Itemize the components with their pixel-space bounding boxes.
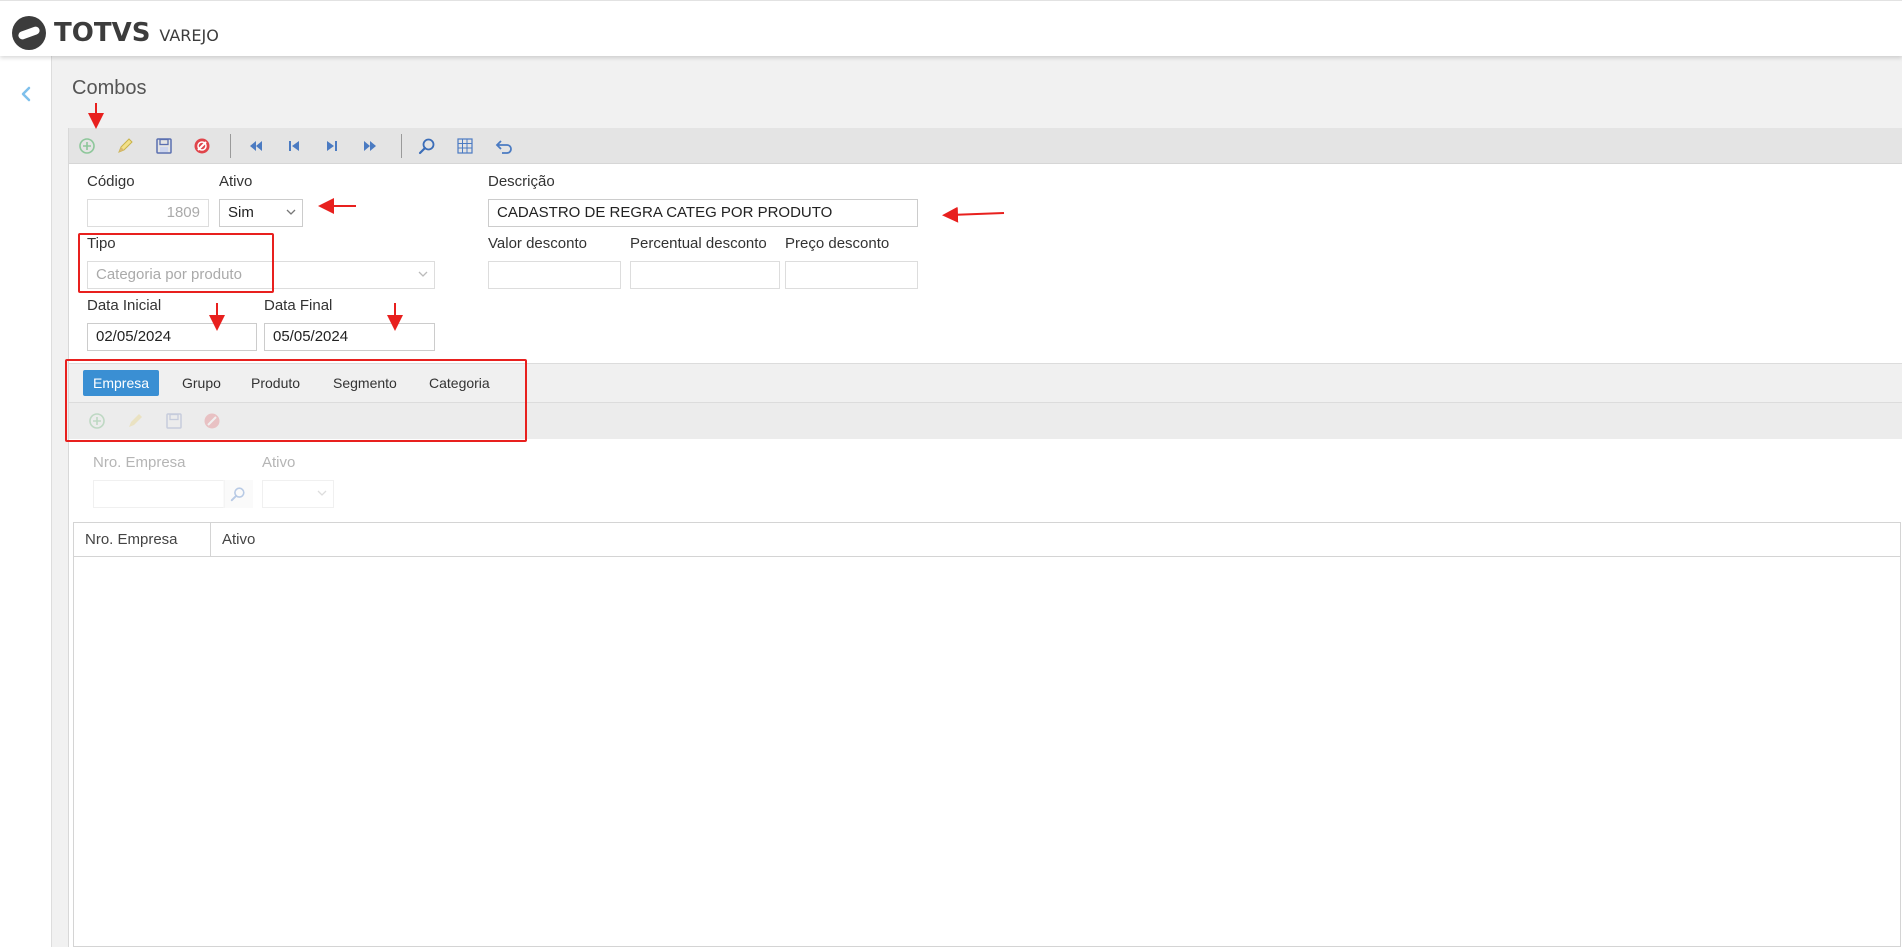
chevron-down-icon <box>317 490 327 496</box>
percentual-desconto-label: Percentual desconto <box>630 235 767 252</box>
annotation-box-tabs <box>65 359 527 442</box>
next-record-icon[interactable] <box>321 135 343 157</box>
nro-empresa-field[interactable] <box>93 480 225 508</box>
ativo-select[interactable]: Sim <box>219 199 303 227</box>
edit-icon[interactable] <box>114 135 136 157</box>
valor-desconto-field[interactable] <box>488 261 621 289</box>
toolbar-separator <box>401 134 402 158</box>
grid-header: Nro. Empresa Ativo <box>74 523 1900 557</box>
cancel-icon[interactable] <box>191 135 213 157</box>
empresa-grid: Nro. Empresa Ativo <box>73 522 1901 947</box>
data-inicial-field[interactable]: 02/05/2024 <box>87 323 257 351</box>
add-icon[interactable] <box>76 135 98 157</box>
data-inicial-label: Data Inicial <box>87 297 162 314</box>
totvs-logo[interactable]: TOTVS VAREJO <box>10 13 219 53</box>
ativo-select-value: Sim <box>228 204 254 221</box>
search-icon[interactable] <box>416 135 438 157</box>
chevron-left-icon[interactable] <box>16 84 36 104</box>
undo-icon[interactable] <box>493 135 515 157</box>
codigo-label: Código <box>87 173 135 190</box>
chevron-down-icon <box>286 209 296 215</box>
grid-column-ativo[interactable]: Ativo <box>211 523 511 556</box>
left-sidebar <box>0 56 52 947</box>
detail-ativo-select[interactable] <box>262 480 334 508</box>
ativo-label: Ativo <box>219 173 253 190</box>
data-final-field[interactable]: 05/05/2024 <box>264 323 435 351</box>
brand-name: TOTVS <box>54 18 151 48</box>
top-header: TOTVS VAREJO <box>0 0 1902 56</box>
grid-column-nro-empresa[interactable]: Nro. Empresa <box>74 523 211 556</box>
percentual-desconto-field[interactable] <box>630 261 780 289</box>
chevron-down-icon <box>418 271 428 277</box>
preco-desconto-field[interactable] <box>785 261 918 289</box>
descricao-field[interactable]: CADASTRO DE REGRA CATEG POR PRODUTO <box>488 199 918 227</box>
last-record-icon[interactable] <box>359 135 381 157</box>
page-title: Combos <box>72 77 147 99</box>
codigo-field[interactable]: 1809 <box>87 199 209 227</box>
nro-empresa-label: Nro. Empresa <box>93 454 186 471</box>
detail-ativo-label: Ativo <box>262 454 296 471</box>
grid-icon[interactable] <box>454 135 476 157</box>
first-record-icon[interactable] <box>245 135 267 157</box>
totvs-logo-icon <box>12 16 46 50</box>
descricao-label: Descrição <box>488 173 555 190</box>
record-toolbar <box>69 128 1902 164</box>
brand-subtitle: VAREJO <box>159 25 219 45</box>
data-final-label: Data Final <box>264 297 333 314</box>
previous-record-icon[interactable] <box>283 135 305 157</box>
valor-desconto-label: Valor desconto <box>488 235 587 252</box>
toolbar-separator <box>230 134 231 158</box>
search-icon[interactable] <box>223 480 253 508</box>
main-panel: Código 1809 Ativo Sim Descrição CADASTRO… <box>68 128 1902 947</box>
annotation-box-tipo <box>78 233 274 293</box>
preco-desconto-label: Preço desconto <box>785 235 890 252</box>
save-icon[interactable] <box>153 135 175 157</box>
